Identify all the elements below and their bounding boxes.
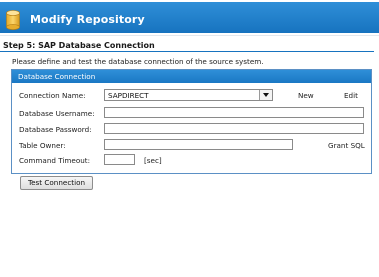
database-icon (6, 10, 20, 30)
table-owner-label: Table Owner: (19, 141, 66, 150)
chevron-down-icon[interactable] (259, 90, 272, 100)
database-connection-group: Database Connection Connection Name: SAP… (11, 69, 372, 174)
connection-name-value: SAPDIRECT (108, 91, 149, 100)
timeout-unit-label: [sec] (144, 156, 162, 165)
edit-connection-link[interactable]: Edit (344, 91, 358, 100)
command-timeout-label: Command Timeout: (19, 156, 91, 165)
step-divider (0, 51, 374, 52)
password-label: Database Password: (19, 125, 92, 134)
header: Modify Repository (0, 0, 379, 36)
command-timeout-input[interactable] (104, 154, 135, 165)
connection-name-label: Connection Name: (19, 91, 86, 100)
database-password-input[interactable] (104, 123, 364, 134)
group-header: Database Connection (12, 70, 371, 83)
database-username-input[interactable] (104, 107, 364, 118)
test-connection-button[interactable]: Test Connection (20, 176, 93, 190)
table-owner-input[interactable] (104, 139, 293, 150)
new-connection-link[interactable]: New (298, 91, 314, 100)
page-title: Modify Repository (30, 13, 145, 26)
step-title: Step 5: SAP Database Connection (3, 41, 155, 50)
header-bar: Modify Repository (0, 2, 379, 33)
step-description: Please define and test the database conn… (12, 57, 264, 66)
username-label: Database Username: (19, 109, 95, 118)
grant-sql-link[interactable]: Grant SQL (328, 141, 365, 150)
connection-name-select[interactable]: SAPDIRECT (104, 89, 273, 101)
